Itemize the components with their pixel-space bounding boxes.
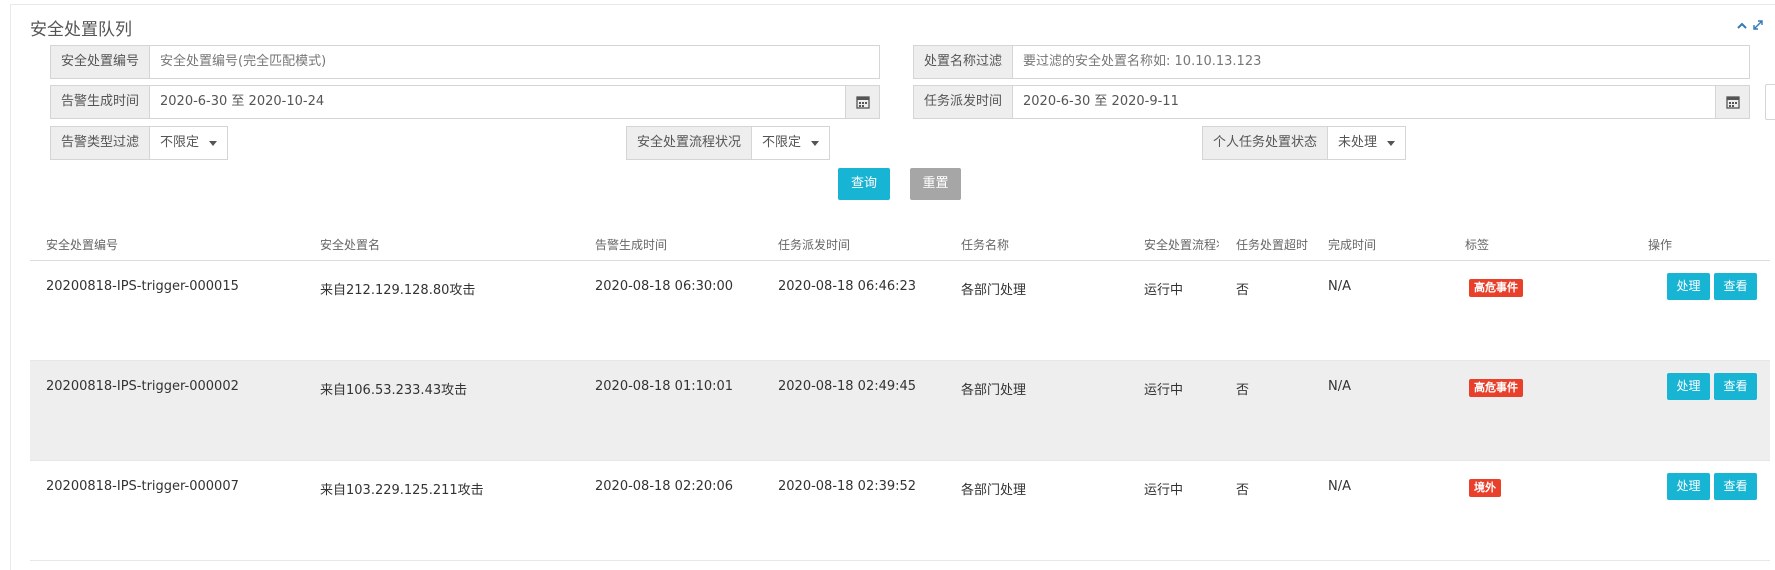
cell-timeout: 否 xyxy=(1236,283,1250,298)
queue-table: 安全处置编号 安全处置名 告警生成时间 任务派发时间 任务名称 安全处置流程状 … xyxy=(30,230,1770,561)
tag-badge: 高危事件 xyxy=(1469,379,1523,397)
cell-timeout: 否 xyxy=(1236,483,1250,498)
cell-id: 20200818-IPS-trigger-000015 xyxy=(46,279,239,294)
handle-button[interactable]: 处理 xyxy=(1667,273,1710,300)
handle-button[interactable]: 处理 xyxy=(1667,473,1710,500)
flow-status-filter: 安全处置流程状况 不限定 xyxy=(626,126,831,160)
tag-badge: 高危事件 xyxy=(1469,279,1523,297)
view-button[interactable]: 查看 xyxy=(1714,373,1757,400)
calendar-icon[interactable] xyxy=(846,85,880,119)
cell-alert-time: 2020-08-18 06:30:00 xyxy=(595,279,734,294)
name-filter-input[interactable]: 要过滤的安全处置名称如: 10.10.13.123 xyxy=(1012,45,1750,79)
table-row: 20200818-IPS-trigger-000015 来自212.129.12… xyxy=(30,261,1770,361)
panel-tools xyxy=(1737,19,1763,33)
cell-status: 运行中 xyxy=(1144,483,1184,498)
alert-type-filter: 告警类型过滤 不限定 xyxy=(50,126,229,160)
id-filter-input[interactable]: 安全处置编号(完全匹配模式) xyxy=(149,45,880,79)
col-header-timeout[interactable]: 任务处置超时 xyxy=(1236,236,1308,253)
cell-name: 来自103.229.125.211攻击 xyxy=(320,483,484,498)
cell-alert-time: 2020-08-18 02:20:06 xyxy=(595,479,734,494)
caret-down-icon xyxy=(209,140,218,146)
caret-down-icon xyxy=(811,140,820,146)
calendar-icon[interactable] xyxy=(1716,85,1750,119)
col-header-alert-time[interactable]: 告警生成时间 xyxy=(595,236,667,253)
alert-time-input[interactable]: 2020-6-30 至 2020-10-24 xyxy=(149,85,846,119)
col-header-id[interactable]: 安全处置编号 xyxy=(46,236,118,253)
table-header: 安全处置编号 安全处置名 告警生成时间 任务派发时间 任务名称 安全处置流程状 … xyxy=(30,230,1770,261)
col-header-flow-status[interactable]: 安全处置流程状 xyxy=(1144,236,1219,253)
offscreen-control[interactable] xyxy=(1765,84,1775,120)
cell-status: 运行中 xyxy=(1144,383,1184,398)
col-header-task[interactable]: 任务名称 xyxy=(961,236,1009,253)
cell-dispatch-time: 2020-08-18 02:39:52 xyxy=(778,479,917,494)
panel-title: 安全处置队列 xyxy=(30,20,132,40)
alert-type-value: 不限定 xyxy=(160,135,200,150)
id-filter: 安全处置编号 安全处置编号(完全匹配模式) xyxy=(50,45,880,79)
query-button[interactable]: 查询 xyxy=(838,168,890,200)
cell-done: N/A xyxy=(1328,379,1351,394)
personal-status-filter: 个人任务处置状态 未处理 xyxy=(1202,126,1407,160)
alert-type-label: 告警类型过滤 xyxy=(50,126,150,160)
tag-badge: 境外 xyxy=(1469,479,1501,497)
flow-status-select[interactable]: 不限定 xyxy=(751,126,831,160)
col-header-actions: 操作 xyxy=(1648,238,1673,252)
table-row: 20200818-IPS-trigger-000002 来自106.53.233… xyxy=(30,361,1770,461)
flow-status-value: 不限定 xyxy=(762,135,802,150)
personal-status-select[interactable]: 未处理 xyxy=(1327,126,1407,160)
chevron-up-icon[interactable] xyxy=(1737,19,1747,33)
personal-status-value: 未处理 xyxy=(1338,135,1378,150)
cell-dispatch-time: 2020-08-18 06:46:23 xyxy=(778,279,917,294)
cell-task: 各部门处理 xyxy=(961,483,1027,498)
cell-done: N/A xyxy=(1328,479,1351,494)
cell-status: 运行中 xyxy=(1144,283,1184,298)
cell-name: 来自212.129.128.80攻击 xyxy=(320,283,476,298)
alert-time-filter: 告警生成时间 2020-6-30 至 2020-10-24 xyxy=(50,85,880,119)
table-row: 20200818-IPS-trigger-000007 来自103.229.12… xyxy=(30,461,1770,561)
caret-down-icon xyxy=(1387,140,1396,146)
cell-dispatch-time: 2020-08-18 02:49:45 xyxy=(778,379,917,394)
handle-button[interactable]: 处理 xyxy=(1667,373,1710,400)
personal-status-label: 个人任务处置状态 xyxy=(1202,126,1328,160)
id-filter-label: 安全处置编号 xyxy=(50,45,150,79)
col-header-name[interactable]: 安全处置名 xyxy=(320,236,380,253)
alert-type-select[interactable]: 不限定 xyxy=(149,126,229,160)
cell-task: 各部门处理 xyxy=(961,383,1027,398)
cell-name: 来自106.53.233.43攻击 xyxy=(320,383,468,398)
col-header-tag[interactable]: 标签 xyxy=(1465,236,1489,253)
cell-id: 20200818-IPS-trigger-000002 xyxy=(46,379,239,394)
dispatch-time-input[interactable]: 2020-6-30 至 2020-9-11 xyxy=(1012,85,1716,119)
view-button[interactable]: 查看 xyxy=(1714,473,1757,500)
reset-button[interactable]: 重置 xyxy=(910,168,961,200)
cell-done: N/A xyxy=(1328,279,1351,294)
flow-status-label: 安全处置流程状况 xyxy=(626,126,752,160)
name-filter-label: 处置名称过滤 xyxy=(913,45,1013,79)
alert-time-label: 告警生成时间 xyxy=(50,85,150,119)
view-button[interactable]: 查看 xyxy=(1714,273,1757,300)
expand-icon[interactable] xyxy=(1753,19,1763,33)
col-header-dispatch-time[interactable]: 任务派发时间 xyxy=(778,236,850,253)
name-filter: 处置名称过滤 要过滤的安全处置名称如: 10.10.13.123 xyxy=(913,45,1750,79)
dispatch-time-filter: 任务派发时间 2020-6-30 至 2020-9-11 xyxy=(913,85,1750,119)
dispatch-time-label: 任务派发时间 xyxy=(913,85,1013,119)
cell-timeout: 否 xyxy=(1236,383,1250,398)
col-header-done[interactable]: 完成时间 xyxy=(1328,236,1376,253)
cell-task: 各部门处理 xyxy=(961,283,1027,298)
cell-alert-time: 2020-08-18 01:10:01 xyxy=(595,379,734,394)
cell-id: 20200818-IPS-trigger-000007 xyxy=(46,479,239,494)
